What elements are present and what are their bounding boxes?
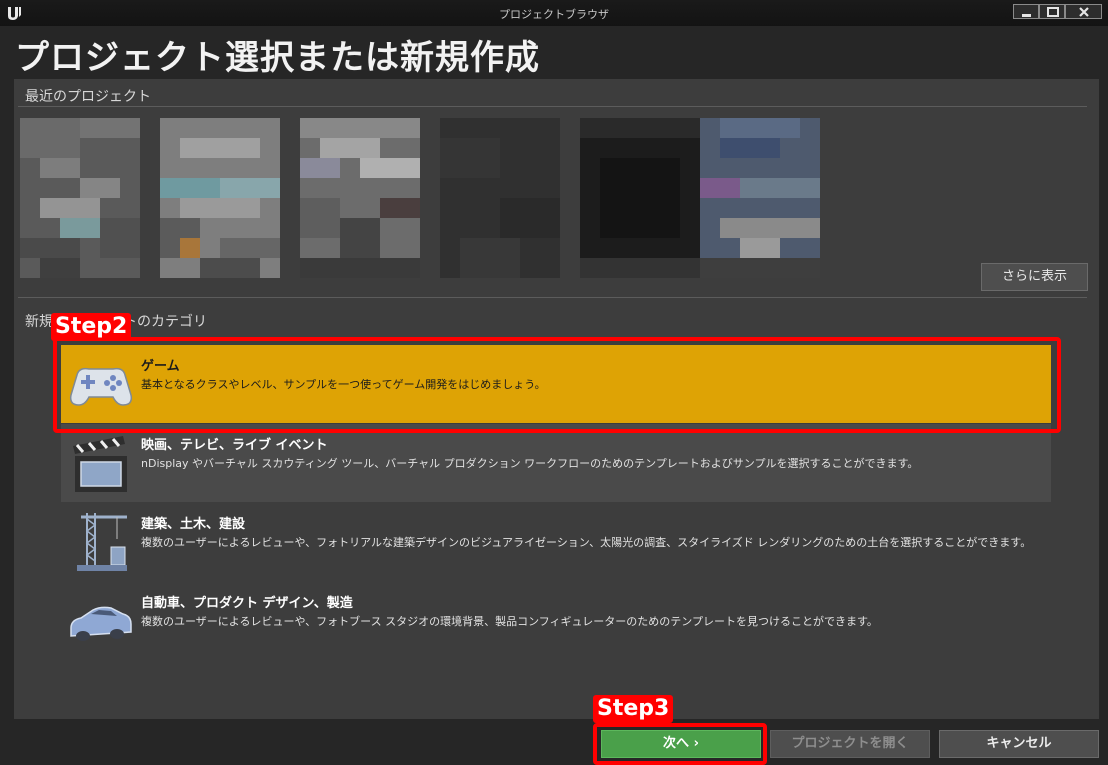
window-titlebar: プロジェクトブラウザ [0, 0, 1108, 26]
recent-project-thumbnail[interactable] [160, 118, 280, 278]
category-description: 複数のユーザーによるレビューや、フォトブース スタジオの環境背景、製品コンフィギ… [141, 615, 878, 628]
page-title: プロジェクト選択または新規作成 [15, 38, 540, 78]
project-thumbnail-image [440, 118, 560, 278]
step2-annotation-label: Step2 [51, 313, 132, 341]
open-project-button[interactable]: プロジェクトを開く [770, 730, 930, 758]
recent-projects-label: 最近のプロジェクト [25, 89, 151, 105]
category-name: 映画、テレビ、ライブ イベント [141, 438, 328, 453]
minimize-button[interactable] [1013, 4, 1039, 19]
show-more-button[interactable]: さらに表示 [981, 263, 1088, 291]
category-architecture[interactable]: 建築、土木、建設 複数のユーザーによるレビューや、フォトリアルな建築デザインのビ… [61, 503, 1051, 581]
section-divider [18, 297, 1087, 298]
project-thumbnail-image [300, 118, 420, 278]
minimize-icon [1022, 14, 1031, 17]
project-thumbnail-image [580, 118, 700, 278]
recent-project-thumbnail[interactable] [300, 118, 420, 278]
maximize-button[interactable] [1039, 4, 1065, 19]
recent-projects-grid [20, 118, 850, 280]
project-thumbnail-image [160, 118, 280, 278]
maximize-icon [1047, 7, 1059, 17]
recent-project-thumbnail[interactable] [580, 118, 700, 278]
window-title: プロジェクトブラウザ [499, 8, 609, 21]
recent-project-thumbnail[interactable] [20, 118, 140, 278]
recent-project-thumbnail[interactable] [700, 118, 820, 278]
project-thumbnail-image [700, 118, 820, 278]
category-film-tv-live[interactable]: 映画、テレビ、ライブ イベント nDisplay やバーチャル スカウティング … [61, 424, 1051, 502]
category-name: 自動車、プロダクト デザイン、製造 [141, 596, 353, 611]
clapperboard-icon [73, 436, 127, 492]
cancel-button[interactable]: キャンセル [939, 730, 1099, 758]
car-icon [70, 606, 132, 641]
category-name: 建築、土木、建設 [141, 517, 246, 532]
section-divider [18, 106, 1087, 107]
crane-icon [77, 513, 127, 571]
step3-highlight-frame [593, 723, 767, 765]
project-thumbnail-image [20, 118, 140, 278]
close-icon [1079, 7, 1089, 17]
close-button[interactable] [1065, 4, 1102, 19]
recent-project-thumbnail[interactable] [440, 118, 560, 278]
category-description: nDisplay やバーチャル スカウティング ツール、バーチャル プロダクショ… [141, 457, 919, 470]
step3-annotation-label: Step3 [593, 695, 674, 723]
category-description: 複数のユーザーによるレビューや、フォトリアルな建築デザインのビジュアライゼーショ… [141, 536, 1032, 549]
category-automotive[interactable]: 自動車、プロダクト デザイン、製造 複数のユーザーによるレビューや、フォトブース… [61, 582, 1051, 660]
step2-highlight-frame [53, 337, 1061, 433]
